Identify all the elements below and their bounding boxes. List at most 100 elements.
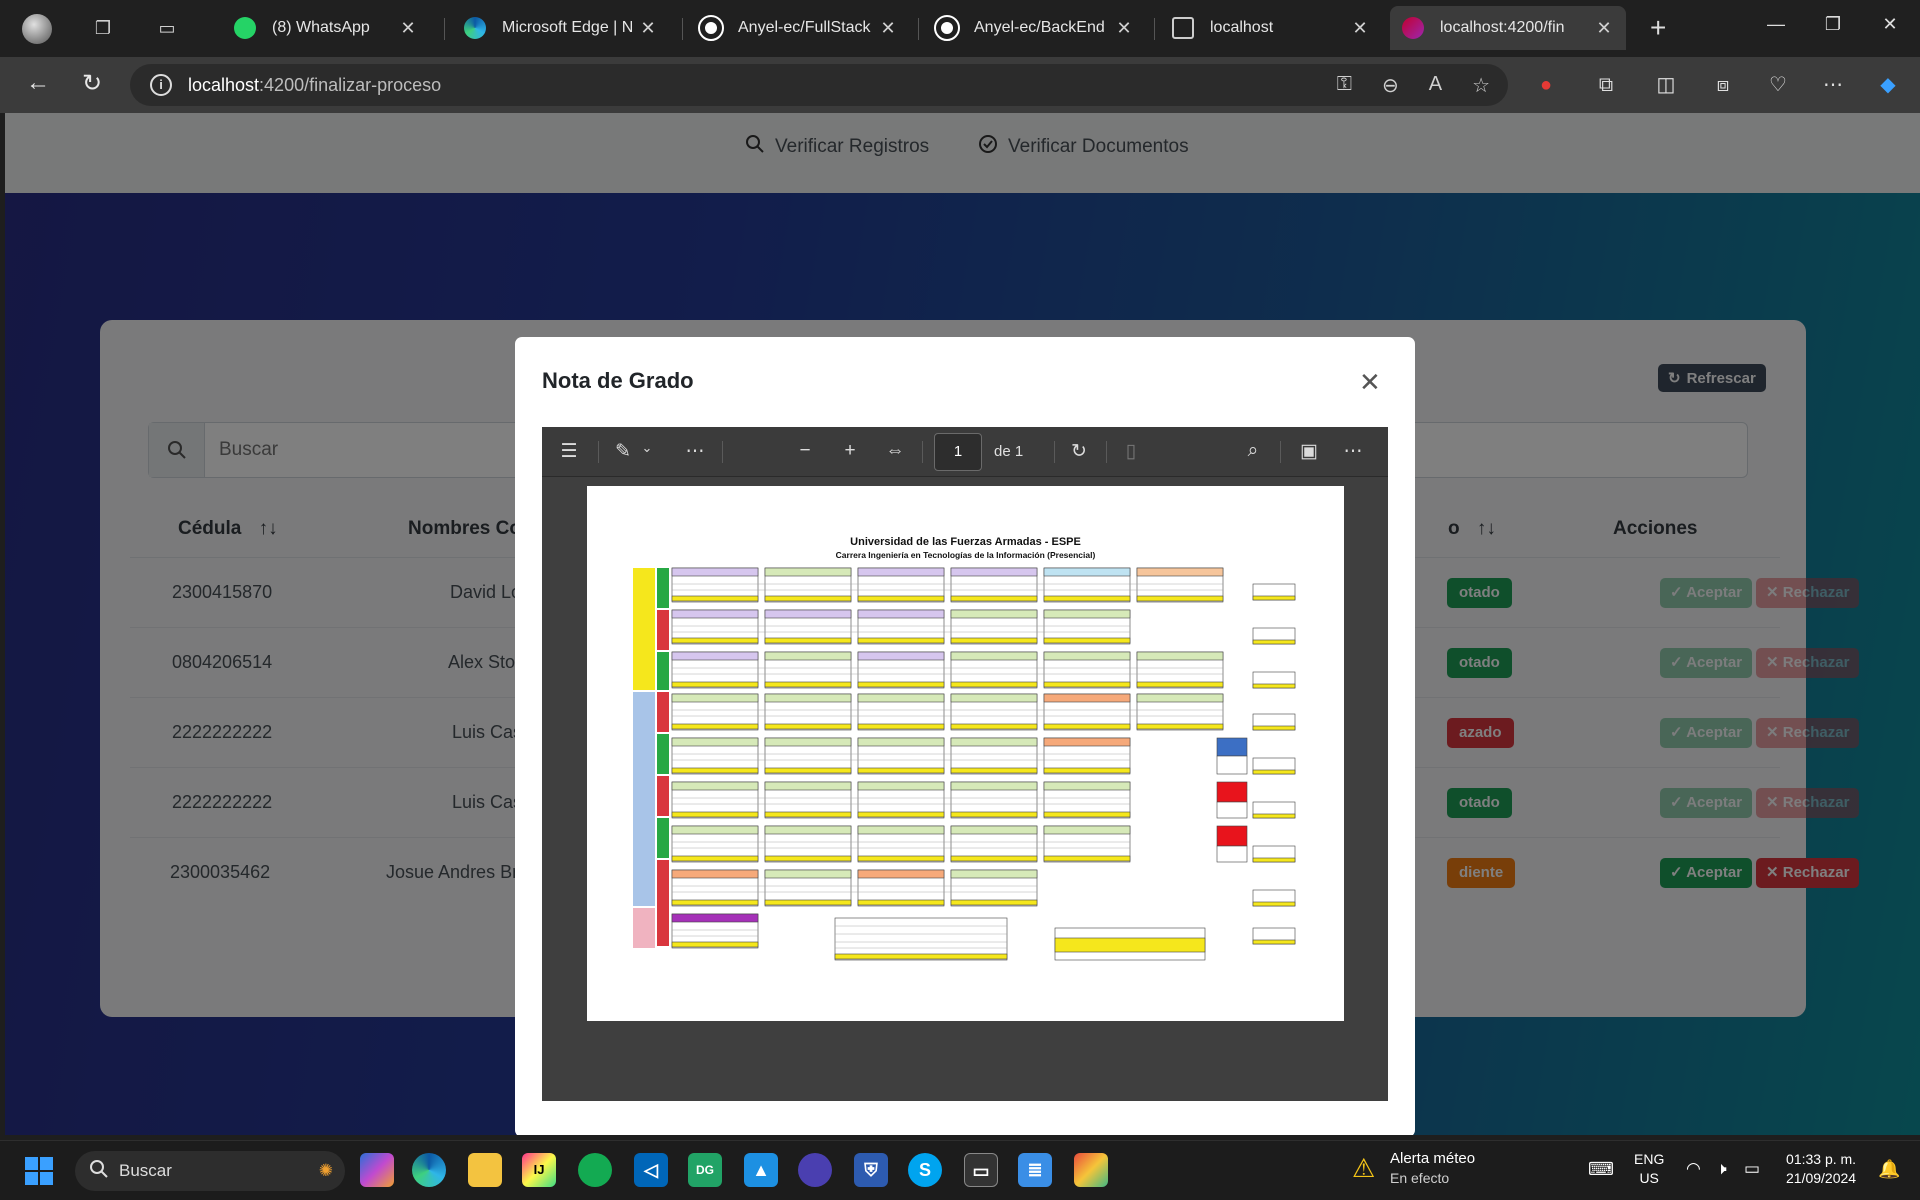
eclipse-icon[interactable] [798,1153,832,1187]
tab-title: (8) WhatsApp [272,19,370,36]
vscode-icon[interactable]: ◁ [634,1153,668,1187]
tab-close-icon[interactable]: ✕ [1114,18,1134,39]
chevron-down-icon[interactable]: ⌄ [634,440,660,456]
collections-icon[interactable]: ⧈ [1708,70,1738,100]
tab-localhost[interactable]: localhost ✕ [1160,6,1382,50]
zoom-in-icon[interactable]: + [837,440,863,462]
weather-subtitle: En efecto [1390,1170,1450,1186]
page-view-icon[interactable]: ▯ [1118,440,1144,463]
docker-icon[interactable]: ▲ [744,1153,778,1187]
address-bar[interactable]: i localhost:4200/finalizar-proceso ⚿ ⊖ A… [130,64,1508,106]
language-indicator[interactable]: ENG US [1634,1151,1664,1186]
highlight-icon[interactable]: ✎ [610,440,636,463]
tab-close-icon[interactable]: ✕ [638,18,658,39]
url-text[interactable]: localhost:4200/finalizar-proceso [188,75,441,96]
taskbar-search[interactable]: Buscar ✺ [75,1151,345,1191]
minimize-icon[interactable]: — [1756,14,1796,35]
favorite-star-icon[interactable]: ☆ [1472,73,1490,98]
tab-actions-icon[interactable]: ▭ [154,15,180,41]
notifications-bell-icon[interactable]: 🔔 [1878,1159,1900,1180]
tab-close-icon[interactable]: ✕ [398,18,418,39]
weather-title: Alerta méteo [1390,1150,1476,1167]
windows-start-icon[interactable] [24,1156,54,1186]
window-close-icon[interactable]: ✕ [1870,14,1910,35]
url-path: :4200/finalizar-proceso [259,74,442,95]
url-host: localhost [188,74,260,95]
skype-icon[interactable]: S [908,1153,942,1187]
datagrip-icon[interactable]: DG [688,1153,722,1187]
volume-muted-icon[interactable]: 🕨 [1716,1159,1727,1179]
extensions-icon[interactable]: ⧉ [1591,70,1621,100]
zoom-icon[interactable]: ⊖ [1382,73,1399,98]
terminal-icon[interactable]: ▭ [964,1153,998,1187]
angular-icon [1402,17,1424,39]
profile-avatar[interactable] [22,14,52,44]
page-number-input[interactable]: 1 [934,433,982,471]
security-shield-icon[interactable]: ⛨ [854,1153,888,1187]
edge-app-icon[interactable] [412,1153,446,1187]
file-explorer-icon[interactable] [468,1153,502,1187]
keyboard-icon[interactable]: ⌨ [1588,1159,1614,1180]
fit-width-icon[interactable]: ⇔ [882,440,908,462]
tab-close-icon[interactable]: ✕ [878,18,898,39]
tab-localhost-active[interactable]: localhost:4200/fin ✕ [1390,6,1626,50]
zoom-out-icon[interactable]: − [792,440,818,462]
reload-icon[interactable]: ↻ [74,69,110,98]
mongodb-icon[interactable] [578,1153,612,1187]
page-count: de 1 [994,443,1024,460]
find-icon[interactable]: ⌕ [1240,440,1266,462]
more-tools-icon[interactable]: ⋯ [682,440,708,463]
key-icon[interactable]: ⚿ [1337,73,1352,98]
split-screen-icon[interactable]: ◫ [1651,70,1681,100]
notepad-icon[interactable]: ≣ [1018,1153,1052,1187]
back-icon[interactable]: ← [20,69,56,97]
rotate-icon[interactable]: ↻ [1066,440,1092,463]
modal-close-icon[interactable]: ✕ [1359,367,1381,398]
tab-edge[interactable]: Microsoft Edge | N ✕ [452,6,670,50]
whatsapp-icon [234,17,256,39]
browser-toolbar: ← ↻ i localhost:4200/finalizar-proceso ⚿… [0,57,1920,113]
page-icon [1172,17,1194,39]
settings-more-icon[interactable]: ⋯ [1818,70,1848,100]
battery-icon[interactable]: ▭ [1744,1159,1760,1179]
read-aloud-icon[interactable]: A [1429,73,1442,98]
site-info-icon[interactable]: i [150,74,172,96]
contents-icon[interactable]: ☰ [556,440,582,463]
tab-title: localhost [1210,19,1274,36]
clock[interactable]: 01:33 p. m. 21/09/2024 [1786,1151,1856,1186]
pdf-toolbar: ☰ ✎ ⌄ ⋯ − + ⇔ 1 de 1 ↻ ▯ ⌕ ▣ ⋯ [542,427,1388,477]
wifi-icon[interactable]: ◠ [1686,1159,1701,1179]
tab-title: Anyel-ec/BackEnd [974,19,1105,36]
tab-whatsapp[interactable]: (8) WhatsApp ✕ [222,6,430,50]
edge-icon [464,17,486,39]
performance-icon[interactable]: ♡ [1763,70,1793,100]
taskbar-search-label: Buscar [119,1161,172,1180]
copilot-icon[interactable]: ◆ [1873,70,1903,100]
copilot-app-icon[interactable] [360,1153,394,1187]
save-icon[interactable]: ▣ [1296,440,1322,463]
tab-close-icon[interactable]: ✕ [1350,18,1370,39]
workspaces-icon[interactable]: ❐ [90,15,116,41]
extension-stop-icon[interactable]: ● [1531,70,1561,100]
git-kraken-icon[interactable] [1074,1153,1108,1187]
restore-icon[interactable]: ❐ [1813,14,1853,35]
intellij-icon[interactable]: IJ [522,1153,556,1187]
tab-title: Microsoft Edge | N [502,19,634,36]
new-tab-icon[interactable]: + [1650,12,1666,44]
tab-close-icon[interactable]: ✕ [1594,18,1614,39]
tab-github-backend[interactable]: Anyel-ec/BackEnd ✕ [924,6,1146,50]
nota-grado-modal: Nota de Grado ✕ ☰ ✎ ⌄ ⋯ − + ⇔ 1 de 1 ↻ ▯… [515,337,1415,1135]
weather-widget[interactable]: Alerta méteo En efecto [1390,1150,1475,1186]
curriculum-grid-graphic [633,567,1296,961]
browser-tab-strip: ❐ ▭ (8) WhatsApp ✕ Microsoft Edge | N ✕ … [0,0,1920,57]
tab-github-fullstack[interactable]: Anyel-ec/FullStack ✕ [688,6,910,50]
search-highlight-icon: ✺ [318,1161,333,1180]
tab-title: Anyel-ec/FullStack [738,19,871,36]
windows-taskbar: Buscar ✺ IJ ◁ DG ▲ ⛨ S ▭ ≣ ⚠ Alerta méte… [0,1140,1920,1200]
modal-title: Nota de Grado [542,368,694,393]
pdf-page: Universidad de las Fuerzas Armadas - ESP… [587,486,1344,1021]
warning-icon: ⚠ [1352,1153,1376,1183]
app-page: Verificar Registros Verificar Documentos… [5,113,1920,1135]
tab-title: localhost:4200/fin [1440,19,1565,36]
viewer-more-icon[interactable]: ⋯ [1340,440,1366,463]
